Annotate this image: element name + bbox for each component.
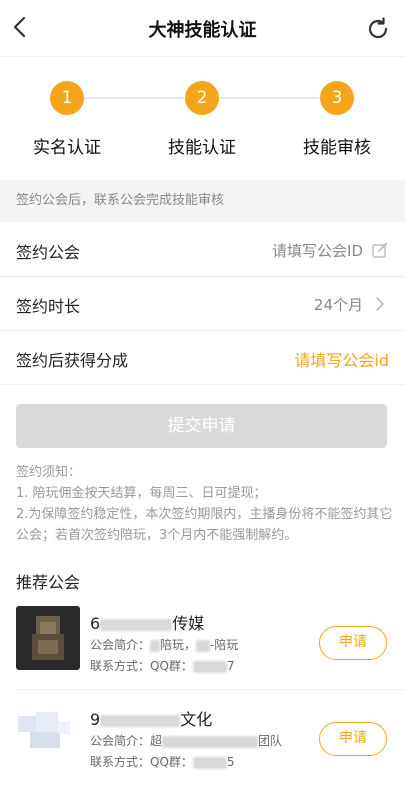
share-label: 签约后获得分成 — [16, 351, 129, 370]
step-3-circle: 3 — [320, 81, 354, 115]
guild-description: 公会简介： 陪玩， -陪玩 — [90, 638, 239, 652]
guild-item[interactable]: 6 传媒 公会简介： 陪玩， -陪玩 联系方式：QQ群： 7 申请 — [0, 606, 405, 692]
redacted-block — [192, 756, 227, 769]
duration-row[interactable]: 签约时长 24个月 — [0, 277, 405, 331]
guild-avatar — [16, 702, 80, 766]
guild-id-input[interactable]: 请填写公会ID — [272, 240, 363, 261]
apply-button[interactable]: 申请 — [319, 722, 387, 756]
progress-steps: 1 2 3 实名认证 技能认证 技能审核 — [0, 57, 405, 179]
divider — [16, 689, 405, 690]
guild-avatar — [16, 606, 80, 670]
guild-name: 6 传媒 — [90, 614, 205, 633]
apply-button[interactable]: 申请 — [319, 626, 387, 660]
notice-line-1: 1. 陪玩佣金按天结算，每周三、日可提现； — [16, 486, 267, 501]
step-connector — [219, 97, 319, 99]
recommend-title: 推荐公会 — [16, 573, 81, 592]
redacted-block — [100, 618, 173, 631]
step-1-circle: 1 — [50, 81, 84, 115]
duration-value: 24个月 — [313, 296, 363, 314]
top-bar: 大神技能认证 — [0, 0, 405, 57]
step-1-label: 实名认证 — [33, 138, 101, 158]
guild-description: 公会简介：超 团队 — [90, 734, 283, 748]
edit-icon[interactable] — [371, 241, 389, 259]
redacted-block — [162, 735, 259, 748]
notice-title: 签约须知： — [16, 465, 82, 480]
signing-notice: 签约须知： 1. 陪玩佣金按天结算，每周三、日可提现； 2.为保障签约稳定性，本… — [16, 462, 394, 546]
redacted-block — [150, 639, 161, 652]
guild-id-row[interactable]: 签约公会 请填写公会ID — [0, 223, 405, 277]
share-row: 签约后获得分成 请填写公会id — [0, 331, 405, 385]
duration-label: 签约时长 — [16, 297, 81, 316]
info-note: 签约公会后，联系公会完成技能审核 — [0, 180, 405, 222]
page-title: 大神技能认证 — [148, 20, 257, 41]
guild-contact: 联系方式：QQ群： 7 — [90, 659, 235, 673]
submit-button[interactable]: 提交申请 — [16, 404, 387, 448]
share-value: 请填写公会id — [294, 351, 389, 370]
notice-line-2: 2.为保障签约稳定性，本次签约期限内，主播身份将不能签约其它公会；若首次签约陪玩… — [16, 507, 393, 543]
guild-name: 9 文化 — [90, 710, 213, 729]
guild-id-label: 签约公会 — [16, 243, 81, 262]
guild-contact: 联系方式：QQ群： 5 — [90, 755, 235, 769]
step-2-label: 技能认证 — [168, 138, 236, 158]
step-3-label: 技能审核 — [303, 138, 371, 158]
guild-item[interactable]: 9 文化 公会简介：超 团队 联系方式：QQ群： 5 申请 — [0, 702, 405, 788]
redacted-block — [196, 639, 211, 652]
chevron-right-icon — [376, 297, 384, 311]
redacted-block — [100, 714, 181, 727]
redacted-block — [192, 660, 227, 673]
step-2-circle: 2 — [185, 81, 219, 115]
refresh-icon[interactable] — [365, 16, 391, 42]
step-connector — [84, 97, 184, 99]
